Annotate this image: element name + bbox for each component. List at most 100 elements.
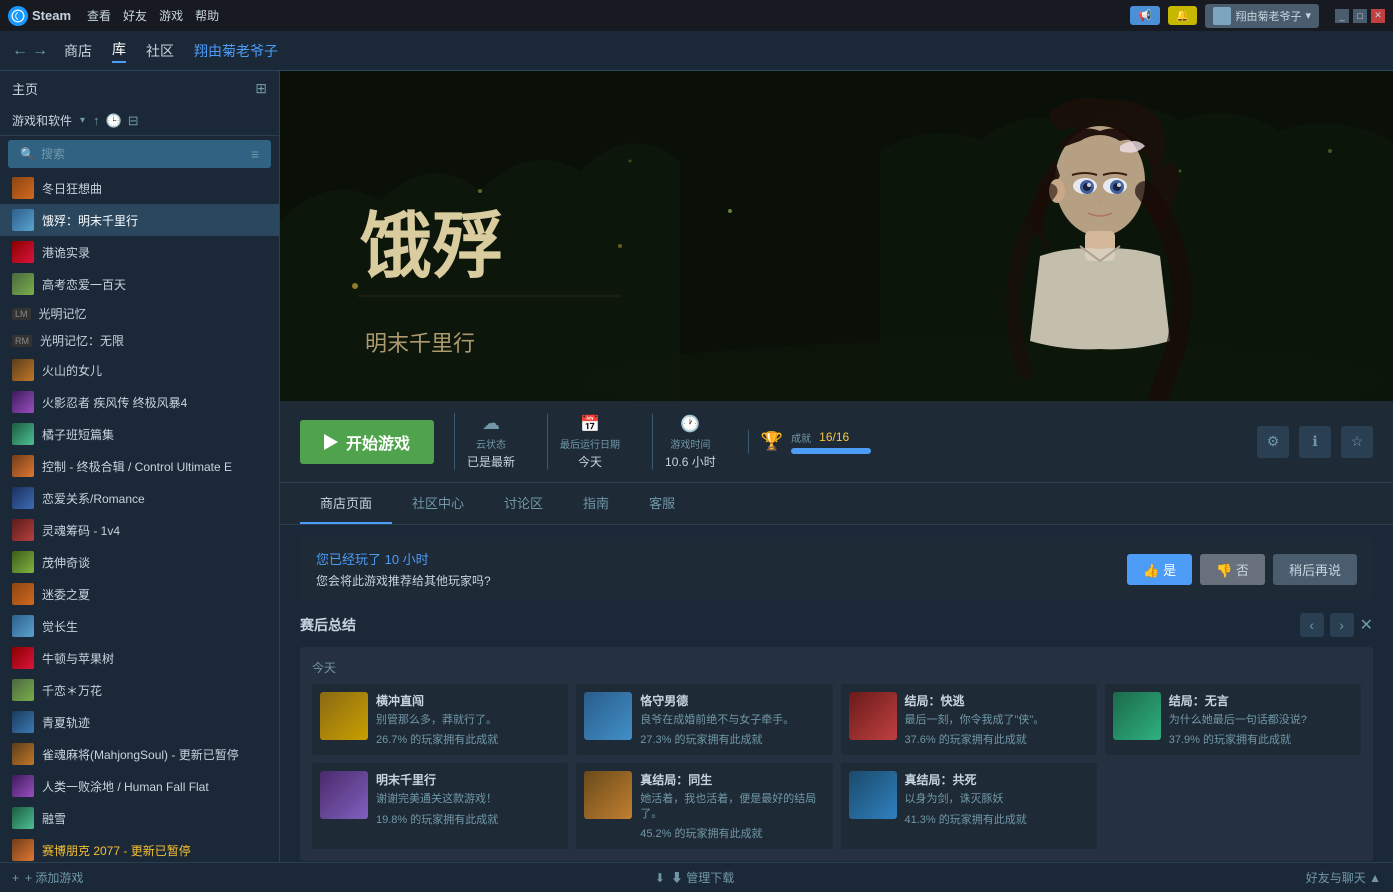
game-name: 控制 - 终极合辑 / Control Ultimate E: [42, 458, 232, 475]
back-button[interactable]: ←: [12, 42, 28, 60]
play-icon: [324, 434, 338, 450]
tab-community[interactable]: 社区中心: [392, 483, 484, 524]
notification-button[interactable]: 🔔: [1168, 6, 1198, 25]
achievement-progress-bar: [791, 448, 871, 454]
nav-next-button[interactable]: ›: [1330, 613, 1354, 637]
game-item-cyberpunk[interactable]: 赛博朋克 2077 - 更新已暂停: [0, 834, 279, 862]
tab-discussion[interactable]: 讨论区: [484, 483, 563, 524]
filter-icon[interactable]: ⊟: [128, 113, 139, 129]
game-name: 赛博朋克 2077 - 更新已暂停: [42, 842, 191, 859]
title-bar-left: Steam 查看 好友 游戏 帮助: [8, 6, 219, 26]
game-item-mahjong[interactable]: 雀魂麻将(MahjongSoul) - 更新已暂停: [0, 738, 279, 770]
last-played-stat: 📅 最后运行日期 今天: [547, 414, 632, 470]
game-name: 千恋＊万花: [42, 682, 102, 699]
achievement-name-6: 真结局：同生: [640, 771, 824, 788]
game-thumb: [12, 241, 34, 263]
achievement-image-3: [849, 692, 897, 740]
achievement-desc-3: 最后一刻，你令我成了"侠"。: [905, 713, 1045, 727]
game-item-romance[interactable]: 恋爱关系/Romance: [0, 482, 279, 514]
game-action-bar: 开始游戏 ☁ 云状态 已是最新 📅 最后运行日期 今天 🕐 游戏时间 10.6 …: [280, 401, 1393, 483]
broadcast-button[interactable]: 📢: [1130, 6, 1160, 25]
section-close-button[interactable]: ✕: [1360, 615, 1373, 635]
user-button[interactable]: 翔由菊老爷子 ▾: [1205, 4, 1319, 28]
achievement-card-4: 结局：无言 为什么她最后一句话都没说? 37.9% 的玩家拥有此成就: [1105, 684, 1361, 755]
menu-view[interactable]: 查看: [87, 7, 111, 24]
achievement-name-3: 结局：快逃: [905, 692, 1045, 709]
game-name: 灵魂筹码 - 1v4: [42, 522, 120, 539]
review-no-button[interactable]: 👎 否: [1200, 554, 1265, 585]
dropdown-arrow-icon[interactable]: ▾: [80, 115, 85, 126]
game-item-gaokao[interactable]: 高考恋爱一百天: [0, 268, 279, 300]
achievement-desc-6: 她活着，我也活着，便是最好的结局了。: [640, 792, 824, 821]
tab-support[interactable]: 客服: [629, 483, 695, 524]
game-thumb: [12, 583, 34, 605]
achievement-percent-1: 26.7% 的玩家拥有此成就: [376, 731, 498, 747]
game-item-winterrhapsody[interactable]: 冬日狂想曲: [0, 172, 279, 204]
trophy-icon: 🏆: [761, 431, 783, 452]
game-item-qianmi[interactable]: 千恋＊万花: [0, 674, 279, 706]
achievement-count: 16/16: [819, 430, 849, 444]
game-item-guangmingwuxian[interactable]: RM 光明记忆：无限: [0, 327, 279, 354]
game-item-rongxue[interactable]: 融雪: [0, 802, 279, 834]
achievement-name-7: 真结局：共死: [905, 771, 1027, 788]
filter-options-icon[interactable]: ≡: [251, 146, 259, 162]
maximize-button[interactable]: □: [1353, 9, 1367, 23]
search-input[interactable]: [41, 147, 245, 161]
favorite-button[interactable]: ☆: [1341, 426, 1373, 458]
game-item-guangming[interactable]: LM 光明记忆: [0, 300, 279, 327]
game-item-jue[interactable]: 觉长生: [0, 610, 279, 642]
review-later-button[interactable]: 稍后再说: [1273, 554, 1357, 585]
game-item-naruto[interactable]: 火影忍者 疾风传 终极风暴4: [0, 386, 279, 418]
info-button[interactable]: ℹ: [1299, 426, 1331, 458]
search-bar: 🔍 ≡: [8, 140, 271, 168]
friends-chat-button[interactable]: 好友与聊天 ▲: [1306, 869, 1381, 886]
game-item-orange[interactable]: 橘子班短篇集: [0, 418, 279, 450]
review-section: 您已经玩了 10 小时 您会将此游戏推荐给其他玩家吗? 👍 是 👎 否 稍后再说: [300, 537, 1373, 601]
manage-downloads-button[interactable]: ⬇ ⬇ 管理下载: [655, 869, 734, 886]
menu-friends[interactable]: 好友: [123, 7, 147, 24]
lib-ctrl-icons: ↑ 🕒 ⊟: [93, 113, 139, 129]
sidebar-header: 主页 ⊞: [0, 71, 279, 106]
game-name: 火山的女儿: [42, 362, 102, 379]
game-item-volcano[interactable]: 火山的女儿: [0, 354, 279, 386]
game-name: 迷委之夏: [42, 586, 90, 603]
game-thumb: [12, 807, 34, 829]
nav-prev-button[interactable]: ‹: [1300, 613, 1324, 637]
game-item-gangui[interactable]: 港诡实录: [0, 236, 279, 268]
status-bar: + + 添加游戏 ⬇ ⬇ 管理下载 好友与聊天 ▲: [0, 862, 1393, 892]
game-item-newton[interactable]: 牛顿与苹果树: [0, 642, 279, 674]
game-thumb: [12, 519, 34, 541]
game-item-humanfall[interactable]: 人类一败涂地 / Human Fall Flat: [0, 770, 279, 802]
achievement-percent-3: 37.6% 的玩家拥有此成就: [905, 731, 1045, 747]
tab-store[interactable]: 商店页面: [300, 483, 392, 524]
game-item-soulchip[interactable]: 灵魂筹码 - 1v4: [0, 514, 279, 546]
content-area: 饿殍 明末千里行 开始游戏 ☁ 云状态 已是最新 📅 最后运行日期: [280, 71, 1393, 862]
play-button-label: 开始游戏: [346, 430, 410, 454]
nav-store[interactable]: 商店: [64, 41, 92, 61]
grid-icon[interactable]: ⊞: [255, 80, 267, 97]
menu-games[interactable]: 游戏: [159, 7, 183, 24]
settings-button[interactable]: ⚙: [1257, 426, 1289, 458]
recent-icon[interactable]: 🕒: [106, 113, 122, 129]
achievement-section: 赛后总结 ‹ › ✕ 今天 横冲直闯 别管那么多，莽就行了。 26.7% 的玩家: [280, 613, 1393, 862]
achievement-percent-7: 41.3% 的玩家拥有此成就: [905, 811, 1027, 827]
game-item-epo[interactable]: 饿殍：明末千里行: [0, 204, 279, 236]
game-item-control[interactable]: 控制 - 终极合辑 / Control Ultimate E: [0, 450, 279, 482]
minimize-button[interactable]: _: [1335, 9, 1349, 23]
game-item-maoshen[interactable]: 茂伸奇谈: [0, 546, 279, 578]
forward-button[interactable]: →: [32, 42, 48, 60]
game-item-qingxia[interactable]: 青夏轨迹: [0, 706, 279, 738]
tab-guide[interactable]: 指南: [563, 483, 629, 524]
hero-banner: 饿殍 明末千里行: [280, 71, 1393, 401]
game-item-summer[interactable]: 迷委之夏: [0, 578, 279, 610]
sort-asc-icon[interactable]: ↑: [93, 113, 100, 129]
menu-help[interactable]: 帮助: [195, 7, 219, 24]
review-yes-button[interactable]: 👍 是: [1127, 554, 1192, 585]
close-button[interactable]: ✕: [1371, 9, 1385, 23]
play-button[interactable]: 开始游戏: [300, 420, 434, 464]
nav-username[interactable]: 翔由菊老爷子: [194, 41, 278, 61]
add-game-button[interactable]: + + 添加游戏: [12, 869, 83, 886]
nav-community[interactable]: 社区: [146, 41, 174, 61]
nav-library[interactable]: 库: [112, 39, 126, 63]
achievement-info-3: 结局：快逃 最后一刻，你令我成了"侠"。 37.6% 的玩家拥有此成就: [905, 692, 1045, 747]
